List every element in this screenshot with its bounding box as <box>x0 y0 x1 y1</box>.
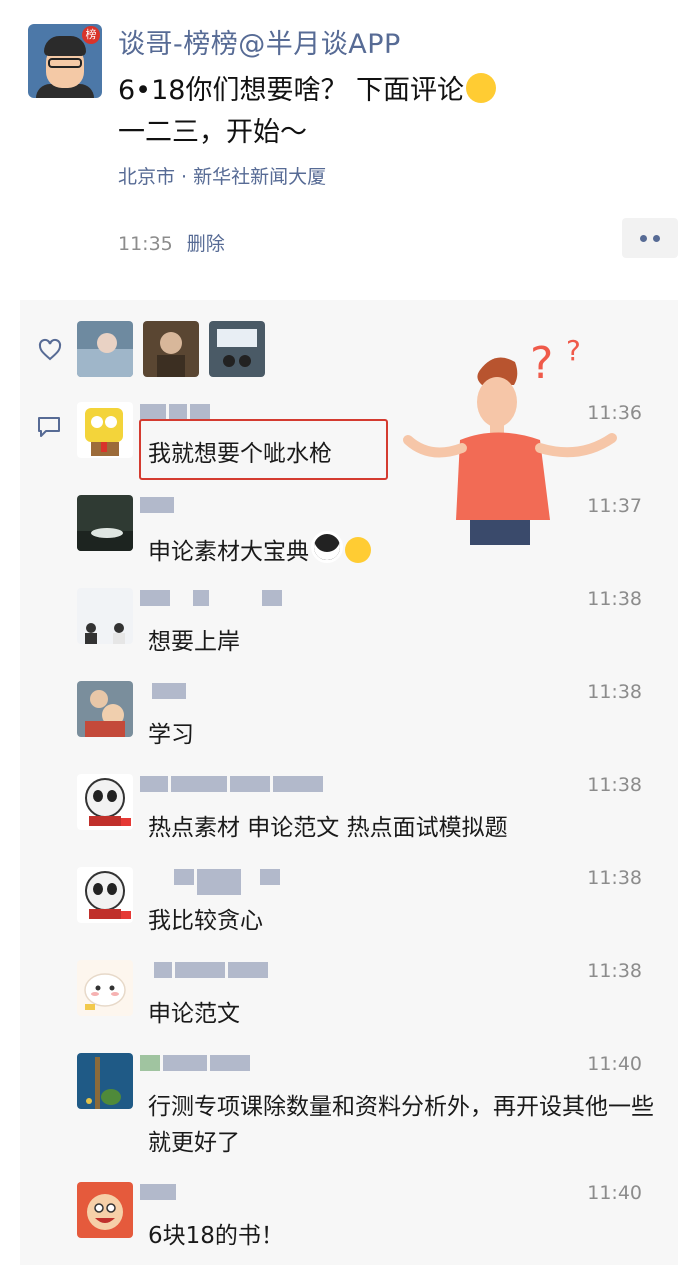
commenter-avatar[interactable] <box>77 867 133 923</box>
avatar-hair <box>44 36 86 56</box>
commenter-name-blurred <box>140 962 271 978</box>
post-time: 11:35 <box>118 233 173 255</box>
comment-text: 6块18的书！ <box>148 1223 284 1249</box>
penguin-emoji-icon <box>311 531 343 563</box>
post-text-line1: 6•18你们想要啥？ 下面评论 <box>118 75 465 106</box>
post-location[interactable]: 北京市 · 新华社新闻大厦 <box>118 162 326 189</box>
commenter-name-blurred <box>140 1055 253 1071</box>
author-name[interactable]: 谈哥-榜榜@半月谈APP <box>118 22 401 61</box>
commenter-avatar[interactable] <box>77 402 133 458</box>
liker-avatar[interactable] <box>209 321 265 377</box>
commenter-avatar[interactable] <box>77 681 133 737</box>
comment-text: 我比较贪心 <box>148 908 263 934</box>
commenter-avatar[interactable] <box>77 588 133 644</box>
heart-icon <box>38 338 62 361</box>
commenter-avatar[interactable] <box>77 1182 133 1238</box>
comment-text: 热点素材 申论范文 热点面试模拟题 <box>148 815 508 841</box>
commenter-name-blurred <box>140 590 285 606</box>
delete-button[interactable]: 删除 <box>187 233 225 255</box>
post-text: 6•18你们想要啥？ 下面评论 一二三，开始～ <box>118 70 558 154</box>
liker-avatar[interactable] <box>77 321 133 377</box>
commenter-name-blurred <box>140 404 213 420</box>
wink-emoji-icon <box>466 73 497 103</box>
comment-text: 学习 <box>148 722 194 748</box>
comment-time: 11:38 <box>587 681 642 703</box>
comment-time: 11:36 <box>587 402 642 424</box>
commenter-name-blurred <box>140 776 326 792</box>
commenter-avatar[interactable] <box>77 1053 133 1109</box>
comment-time: 11:38 <box>587 960 642 982</box>
commenter-avatar[interactable] <box>77 960 133 1016</box>
commenter-name-blurred <box>140 497 177 513</box>
grin-emoji-icon <box>345 537 371 563</box>
commenter-avatar[interactable] <box>77 774 133 830</box>
post-meta: 11:35 删除 <box>118 229 225 256</box>
liker-avatar[interactable] <box>143 321 199 377</box>
commenter-name-blurred <box>140 1184 179 1200</box>
comment-text: 行测专项课除数量和资料分析外，再开设其他一些就更好了 <box>148 1094 654 1156</box>
comment-text: 想要上岸 <box>148 629 240 655</box>
comment-time: 11:38 <box>587 867 642 889</box>
comment-icon <box>38 417 60 437</box>
comment-time: 11:40 <box>587 1053 642 1075</box>
commenter-name-blurred <box>140 683 189 699</box>
avatar-badge: 榜 <box>82 26 100 44</box>
more-dot <box>640 235 647 242</box>
comment-time: 11:37 <box>587 495 642 517</box>
comment-time: 11:38 <box>587 588 642 610</box>
comment-time: 11:38 <box>587 774 642 796</box>
highlight-box <box>139 419 388 480</box>
comment-time: 11:40 <box>587 1182 642 1204</box>
post-text-line2: 一二三，开始～ <box>118 117 307 148</box>
commenter-name-blurred <box>140 869 283 895</box>
comment-text-content: 申论素材大宝典 <box>148 539 309 565</box>
comment-text: 申论范文 <box>148 1001 240 1027</box>
comment-text: 申论素材大宝典 <box>148 531 658 570</box>
svg-text:?: ? <box>566 334 581 367</box>
more-dot <box>653 235 660 242</box>
commenter-avatar[interactable] <box>77 495 133 551</box>
author-avatar[interactable]: 榜 <box>28 24 102 98</box>
more-button[interactable] <box>622 218 678 258</box>
avatar-glasses <box>48 58 82 68</box>
svg-text:?: ? <box>530 338 553 389</box>
